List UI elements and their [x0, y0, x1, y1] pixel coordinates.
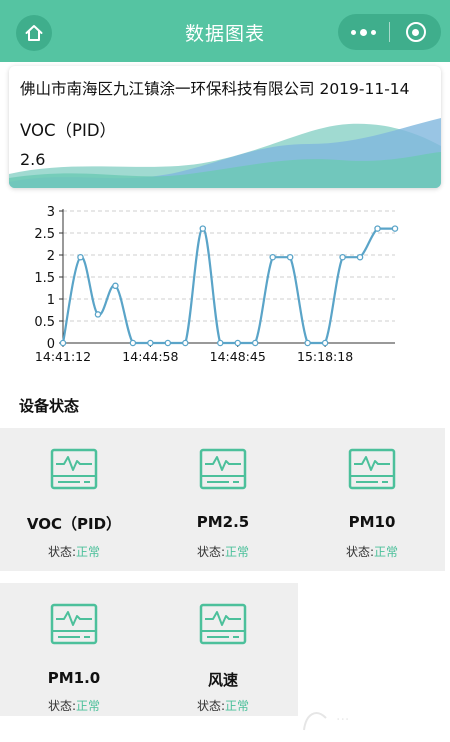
dot-icon: [351, 29, 356, 35]
data-point: [321, 339, 329, 347]
data-point: [251, 339, 259, 347]
y-tick-label: 0.5: [34, 315, 55, 330]
mini-program-capsule: [338, 14, 441, 50]
section-title: 设备状态: [19, 397, 80, 415]
company-date-line: 佛山市南海区九江镇涂一环保科技有限公司 2019-11-14: [20, 77, 410, 99]
monitor-icon: [50, 603, 98, 645]
data-point: [286, 253, 294, 261]
y-tick-label: 3: [47, 205, 55, 220]
data-point: [304, 339, 311, 347]
device-status: 状态:正常: [0, 543, 148, 560]
report-date: 2019-11-14: [319, 80, 410, 98]
data-point: [94, 311, 102, 318]
data-point: [356, 253, 364, 261]
x-tick-label: 15:18:18: [297, 349, 353, 364]
sensor-info-card: 佛山市南海区九江镇涂一环保科技有限公司 2019-11-14 VOC（PID） …: [9, 66, 441, 188]
device-row: VOC（PID） 状态:正常 PM2.5 状态:正常 PM10 状态:正常: [0, 428, 445, 571]
status-label: 状态:: [196, 699, 226, 713]
device-name: VOC（PID）: [26, 515, 122, 533]
device-name: PM1.0: [47, 669, 101, 687]
device-status: 状态:正常: [149, 697, 297, 714]
x-tick-label: 14:48:45: [210, 349, 266, 364]
status-label: 状态:: [47, 699, 77, 713]
data-point: [182, 339, 189, 347]
data-point: [217, 339, 224, 347]
monitor-icon: [50, 448, 98, 490]
data-point: [374, 225, 381, 232]
device-status: 状态:正常: [298, 543, 446, 560]
data-point: [199, 225, 207, 232]
data-point: [164, 339, 172, 347]
device-tile[interactable]: PM1.0 状态:正常: [0, 583, 148, 716]
data-point: [234, 339, 241, 347]
status-label: 状态:: [196, 545, 226, 559]
data-point: [77, 253, 84, 261]
device-tile[interactable]: VOC（PID） 状态:正常: [0, 428, 148, 571]
data-point: [59, 339, 67, 347]
status-label: 状态:: [47, 545, 77, 559]
nav-bar: 数据图表: [0, 0, 450, 62]
device-status: 状态:正常: [0, 697, 148, 714]
monitor-icon: [199, 603, 247, 645]
monitor-icon: [348, 448, 396, 490]
data-point: [129, 339, 137, 347]
device-tile[interactable]: PM10 状态:正常: [298, 428, 446, 571]
more-menu-button[interactable]: [338, 14, 389, 50]
device-row: PM1.0 状态:正常 风速 状态:正常: [0, 583, 298, 716]
device-name: PM10: [348, 513, 396, 531]
x-tick-label: 14:41:12: [35, 349, 91, 364]
device-status: 状态:正常: [149, 543, 297, 560]
data-point: [269, 253, 276, 261]
watermark-decoration: ···: [303, 712, 349, 731]
status-label: 状态:: [345, 545, 375, 559]
data-point: [112, 282, 119, 290]
device-tile[interactable]: PM2.5 状态:正常: [149, 428, 297, 571]
x-tick-label: 14:44:58: [122, 349, 178, 364]
y-tick-label: 2.5: [34, 227, 55, 242]
data-point: [339, 253, 346, 261]
company-name: 佛山市南海区九江镇涂一环保科技有限公司: [20, 80, 315, 98]
device-name: 风速: [207, 671, 238, 689]
y-tick-label: 1: [47, 293, 55, 308]
sensor-value: 2.6: [20, 150, 46, 169]
status-value: 正常: [225, 545, 250, 559]
monitor-icon: [199, 448, 247, 490]
status-value: 正常: [76, 545, 101, 559]
dot-icon: [360, 28, 367, 36]
dot-icon: [371, 29, 376, 35]
line-chart: 00.511.522.5314:41:12 14:44:58 14:48:45 15:…: [34, 205, 399, 364]
device-tile[interactable]: 风速状态:正常: [149, 583, 297, 716]
device-name: PM2.5: [196, 513, 250, 531]
target-circle-icon: [405, 22, 426, 42]
data-point: [391, 225, 399, 232]
status-value: 正常: [76, 699, 101, 713]
y-tick-label: 2: [47, 249, 55, 264]
data-point: [147, 339, 154, 347]
svg-text:···: ···: [336, 712, 349, 728]
sensor-name: VOC（PID）: [20, 121, 117, 140]
y-tick-label: 1.5: [34, 271, 55, 286]
close-mini-program-button[interactable]: [390, 14, 441, 50]
status-value: 正常: [225, 699, 250, 713]
status-value: 正常: [374, 545, 399, 559]
